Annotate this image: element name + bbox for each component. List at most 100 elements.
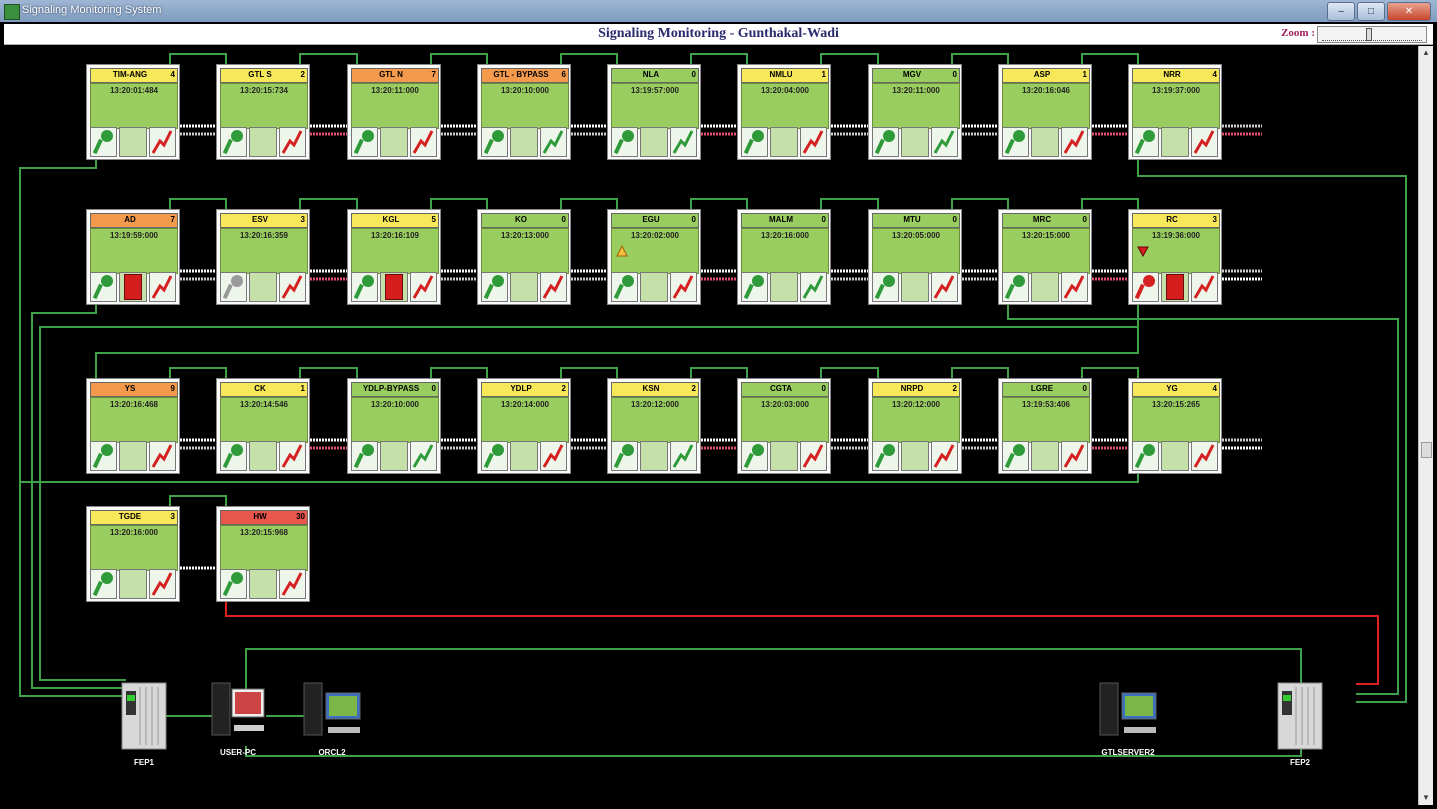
station-panel[interactable]: RC 3 13:19:36:000 [1128,209,1222,305]
station-header[interactable]: GTL - BYPASS 6 [481,68,569,83]
station-panel[interactable]: GTL S 2 13:20:15:734 [216,64,310,160]
station-header[interactable]: ESV 3 [220,213,308,228]
station-panel[interactable]: MALM 0 13:20:16:000 [737,209,831,305]
station-header[interactable]: LGRE 0 [1002,382,1090,397]
key-icon[interactable] [741,272,769,302]
door-icon[interactable] [1031,441,1059,471]
fep-server[interactable]: FEP1 [120,681,168,767]
station-panel[interactable]: NLA 0 13:19:57:000 [607,64,701,160]
station-panel[interactable]: KSN 2 13:20:12:000 [607,378,701,474]
station-header[interactable]: KO 0 [481,213,569,228]
computer-node[interactable]: ORCL2 [302,681,362,757]
station-panel[interactable]: HW 30 13:20:15:968 [216,506,310,602]
station-panel[interactable]: ESV 3 13:20:16:359 [216,209,310,305]
station-header[interactable]: YS 9 [90,382,178,397]
key-icon[interactable] [611,441,639,471]
station-panel[interactable]: ASP 1 13:20:16:046 [998,64,1092,160]
station-header[interactable]: YDLP-BYPASS 0 [351,382,439,397]
door-icon[interactable] [380,441,408,471]
power-icon[interactable] [539,441,567,471]
key-icon[interactable] [90,569,118,599]
power-icon[interactable] [669,272,697,302]
key-icon[interactable] [1132,272,1160,302]
key-icon[interactable] [220,127,248,157]
power-icon[interactable] [1060,127,1088,157]
station-header[interactable]: MRC 0 [1002,213,1090,228]
station-header[interactable]: NLA 0 [611,68,699,83]
power-icon[interactable] [278,441,306,471]
station-header[interactable]: KSN 2 [611,382,699,397]
station-header[interactable]: CGTA 0 [741,382,829,397]
scroll-grip[interactable] [1421,442,1432,458]
scroll-up-icon[interactable]: ▲ [1419,46,1433,60]
door-open-icon[interactable] [119,272,147,302]
key-icon[interactable] [90,441,118,471]
station-header[interactable]: NRPD 2 [872,382,960,397]
station-panel[interactable]: GTL N 7 13:20:11:000 [347,64,441,160]
station-panel[interactable]: NRPD 2 13:20:12:000 [868,378,962,474]
door-icon[interactable] [249,272,277,302]
key-icon[interactable] [611,127,639,157]
power-icon[interactable] [930,272,958,302]
key-icon[interactable] [90,127,118,157]
key-icon[interactable] [1132,441,1160,471]
station-panel[interactable]: YDLP 2 13:20:14:000 [477,378,571,474]
door-icon[interactable] [249,441,277,471]
station-panel[interactable]: KGL 5 13:20:16:109 [347,209,441,305]
power-icon[interactable] [278,569,306,599]
key-icon[interactable] [481,272,509,302]
station-panel[interactable]: GTL - BYPASS 6 13:20:10:000 [477,64,571,160]
door-icon[interactable] [1161,127,1189,157]
power-icon[interactable] [148,272,176,302]
computer-node[interactable]: USER-PC [210,681,266,757]
key-icon[interactable] [1132,127,1160,157]
station-header[interactable]: MALM 0 [741,213,829,228]
power-icon[interactable] [409,127,437,157]
station-panel[interactable]: YS 9 13:20:16:468 [86,378,180,474]
power-icon[interactable] [930,441,958,471]
door-icon[interactable] [380,127,408,157]
station-panel[interactable]: MGV 0 13:20:11:000 [868,64,962,160]
station-panel[interactable]: TGDE 3 13:20:16:000 [86,506,180,602]
power-icon[interactable] [799,441,827,471]
key-icon[interactable] [1002,127,1030,157]
key-icon[interactable] [351,127,379,157]
door-icon[interactable] [770,441,798,471]
station-header[interactable]: HW 30 [220,510,308,525]
power-icon[interactable] [1190,127,1218,157]
alarm-icon[interactable] [1137,245,1149,257]
power-icon[interactable] [799,127,827,157]
power-icon[interactable] [1190,272,1218,302]
station-panel[interactable]: YDLP-BYPASS 0 13:20:10:000 [347,378,441,474]
door-icon[interactable] [510,127,538,157]
station-panel[interactable]: MTU 0 13:20:05:000 [868,209,962,305]
station-panel[interactable]: AD 7 13:19:59:000 [86,209,180,305]
power-icon[interactable] [148,127,176,157]
key-icon[interactable] [220,569,248,599]
station-panel[interactable]: YG 4 13:20:15:265 [1128,378,1222,474]
key-icon[interactable] [611,272,639,302]
minimize-button[interactable]: – [1327,2,1355,21]
station-header[interactable]: AD 7 [90,213,178,228]
power-icon[interactable] [1060,441,1088,471]
station-header[interactable]: CK 1 [220,382,308,397]
alarm-icon[interactable] [616,245,628,257]
door-icon[interactable] [1031,127,1059,157]
door-icon[interactable] [901,272,929,302]
door-icon[interactable] [640,441,668,471]
station-header[interactable]: GTL S 2 [220,68,308,83]
door-icon[interactable] [640,127,668,157]
door-icon[interactable] [249,127,277,157]
station-header[interactable]: EGU 0 [611,213,699,228]
power-icon[interactable] [539,272,567,302]
station-header[interactable]: KGL 5 [351,213,439,228]
station-panel[interactable]: MRC 0 13:20:15:000 [998,209,1092,305]
station-panel[interactable]: EGU 0 13:20:02:000 [607,209,701,305]
key-icon[interactable] [872,272,900,302]
power-icon[interactable] [669,127,697,157]
power-icon[interactable] [278,272,306,302]
scroll-down-icon[interactable]: ▼ [1419,791,1433,805]
power-icon[interactable] [278,127,306,157]
station-header[interactable]: GTL N 7 [351,68,439,83]
door-icon[interactable] [119,569,147,599]
